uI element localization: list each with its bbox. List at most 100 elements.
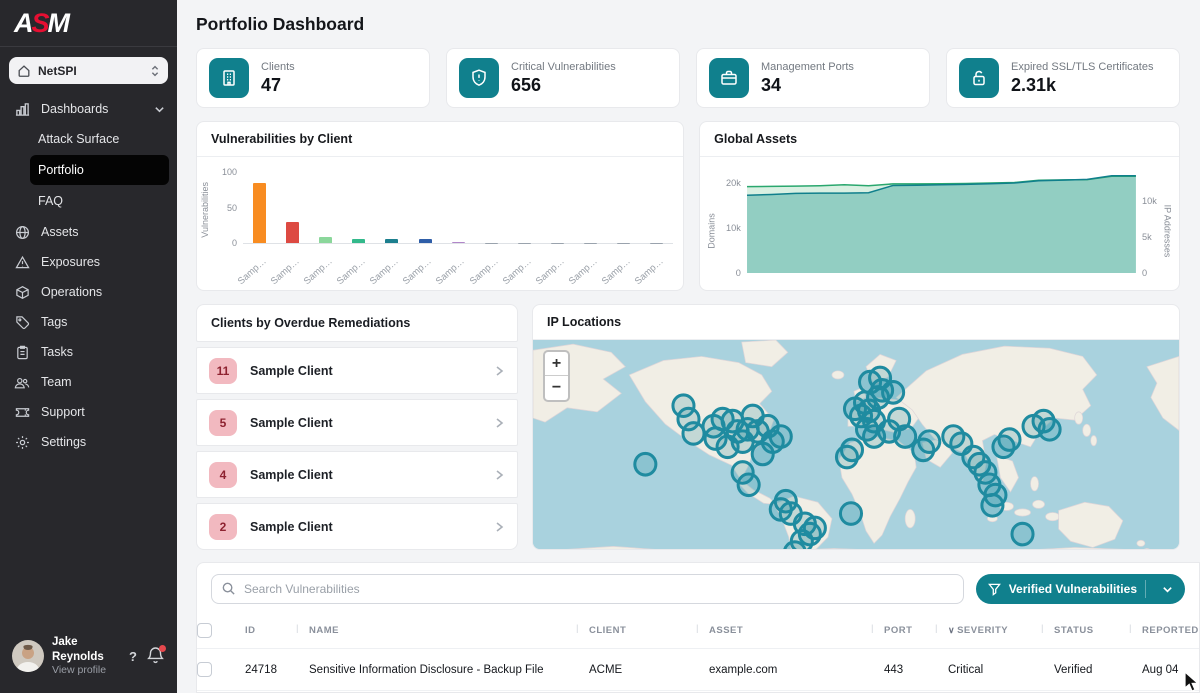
ip-location-marker[interactable] [841, 439, 862, 461]
vulnerabilities-table-card: Verified Vulnerabilities ID NAME CLIENT … [196, 562, 1200, 693]
bar [508, 165, 541, 243]
ip-location-marker[interactable] [784, 542, 805, 550]
ip-location-marker[interactable] [1012, 523, 1033, 545]
globe-icon [14, 224, 30, 240]
svg-text:IP Addresses: IP Addresses [1163, 205, 1173, 258]
bar [541, 165, 574, 243]
row-checkbox[interactable] [197, 662, 212, 677]
y-axis-label: Vulnerabilities [200, 182, 210, 238]
column-header-name[interactable]: NAME [309, 613, 589, 649]
ip-location-marker[interactable] [999, 429, 1020, 451]
column-header-severity[interactable]: ∨SEVERITY [948, 613, 1054, 649]
bar [574, 165, 607, 243]
chart-title: Vulnerabilities by Client [197, 122, 683, 157]
bar [442, 165, 475, 243]
overdue-client-row[interactable]: 2 Sample Client [196, 503, 518, 550]
svg-text:Domains: Domains [706, 213, 716, 249]
stat-card-expired-certificates: Expired SSL/TLS Certificates2.31k [946, 48, 1180, 108]
column-header-status[interactable]: STATUS [1054, 613, 1142, 649]
bar [640, 165, 673, 243]
lock-icon [959, 58, 999, 98]
cell-name: Sensitive Information Disclosure - Backu… [309, 649, 589, 691]
sidebar-item-dashboards[interactable]: Dashboards [0, 94, 177, 124]
world-map[interactable]: + − [533, 340, 1179, 550]
page-title: Portfolio Dashboard [196, 14, 1180, 35]
bar [607, 165, 640, 243]
sidebar-item-attack-surface[interactable]: Attack Surface [30, 124, 169, 154]
app-logo: ASM [0, 0, 177, 47]
vulnerabilities-table: ID NAME CLIENT ASSET PORT ∨SEVERITY STAT… [197, 613, 1200, 691]
cell-status: Verified [1054, 649, 1142, 691]
sidebar: ASM NetSPI Dashboards Attack Surface Por… [0, 0, 177, 693]
bar [408, 165, 441, 243]
ip-location-marker[interactable] [738, 474, 759, 496]
sidebar-item-support[interactable]: Support [0, 397, 177, 427]
user-profile[interactable]: Jake Reynolds View profile ? [0, 623, 177, 693]
sort-descending-icon: ∨ [948, 625, 955, 635]
ip-location-marker[interactable] [840, 503, 861, 525]
ip-location-marker[interactable] [683, 423, 704, 445]
column-header-reported-at[interactable]: REPORTED AT [1142, 613, 1200, 649]
chevron-right-icon [493, 365, 505, 377]
x-axis-label: Samp… [640, 244, 673, 284]
ip-location-marker[interactable] [770, 426, 791, 448]
bar-chart-x-labels: Samp…Samp…Samp…Samp…Samp…Samp…Samp…Samp…… [243, 244, 673, 284]
verified-vulnerabilities-filter-button[interactable]: Verified Vulnerabilities [976, 574, 1185, 604]
view-profile-link[interactable]: View profile [52, 664, 119, 677]
map-zoom-in-button[interactable]: + [545, 352, 568, 376]
overdue-title: Clients by Overdue Remediations [196, 304, 518, 342]
bar [276, 165, 309, 243]
overdue-client-row[interactable]: 5 Sample Client [196, 399, 518, 446]
column-header-port[interactable]: PORT [884, 613, 948, 649]
chevron-right-icon [493, 469, 505, 481]
tag-icon [14, 314, 30, 330]
sidebar-item-tasks[interactable]: Tasks [0, 337, 177, 367]
ip-location-marker[interactable] [705, 428, 726, 450]
map-zoom-out-button[interactable]: − [545, 376, 568, 400]
y-axis-tick: 0 [232, 238, 237, 248]
svg-text:10k: 10k [1142, 196, 1157, 206]
org-selector[interactable]: NetSPI [9, 57, 168, 84]
ip-location-marker[interactable] [635, 453, 656, 475]
logo-letter-m: M [48, 8, 69, 39]
chevron-down-icon [1154, 584, 1181, 595]
column-header-asset[interactable]: ASSET [709, 613, 884, 649]
ip-location-marker[interactable] [919, 431, 940, 453]
ip-location-marker[interactable] [982, 495, 1003, 517]
cell-port: 443 [884, 649, 948, 691]
sidebar-item-tags[interactable]: Tags [0, 307, 177, 337]
select-all-checkbox[interactable] [197, 623, 212, 638]
cube-icon [14, 284, 30, 300]
sidebar-item-faq[interactable]: FAQ [30, 186, 169, 216]
bar [342, 165, 375, 243]
search-input[interactable] [211, 574, 964, 604]
overdue-client-row[interactable]: 4 Sample Client [196, 451, 518, 498]
bar [475, 165, 508, 243]
logo-letter-a: A [14, 8, 32, 39]
sidebar-nav: Dashboards Attack Surface Portfolio FAQ … [0, 92, 177, 623]
svg-text:0: 0 [1142, 268, 1147, 278]
ip-location-marker[interactable] [1039, 419, 1060, 441]
overdue-client-row[interactable]: 11 Sample Client [196, 347, 518, 394]
ip-location-marker[interactable] [752, 443, 773, 465]
column-header-client[interactable]: CLIENT [589, 613, 709, 649]
sidebar-item-settings[interactable]: Settings [0, 427, 177, 457]
table-row[interactable]: 24718 Sensitive Information Disclosure -… [197, 649, 1200, 691]
chart-title: Global Assets [700, 122, 1179, 157]
user-name: Jake Reynolds [52, 635, 119, 664]
overdue-count-badge: 4 [209, 462, 237, 488]
sidebar-item-assets[interactable]: Assets [0, 217, 177, 247]
help-icon[interactable]: ? [127, 649, 139, 664]
column-header-id[interactable]: ID [245, 613, 309, 649]
sidebar-item-portfolio[interactable]: Portfolio [30, 155, 169, 185]
sidebar-item-operations[interactable]: Operations [0, 277, 177, 307]
ip-location-marker[interactable] [895, 426, 916, 448]
logo-letter-s: S [32, 8, 48, 39]
shield-icon [459, 58, 499, 98]
ip-location-marker[interactable] [883, 382, 904, 404]
notification-bell-icon[interactable] [147, 646, 165, 666]
sidebar-item-exposures[interactable]: Exposures [0, 247, 177, 277]
sidebar-item-team[interactable]: Team [0, 367, 177, 397]
bar [309, 165, 342, 243]
bar [243, 165, 276, 243]
